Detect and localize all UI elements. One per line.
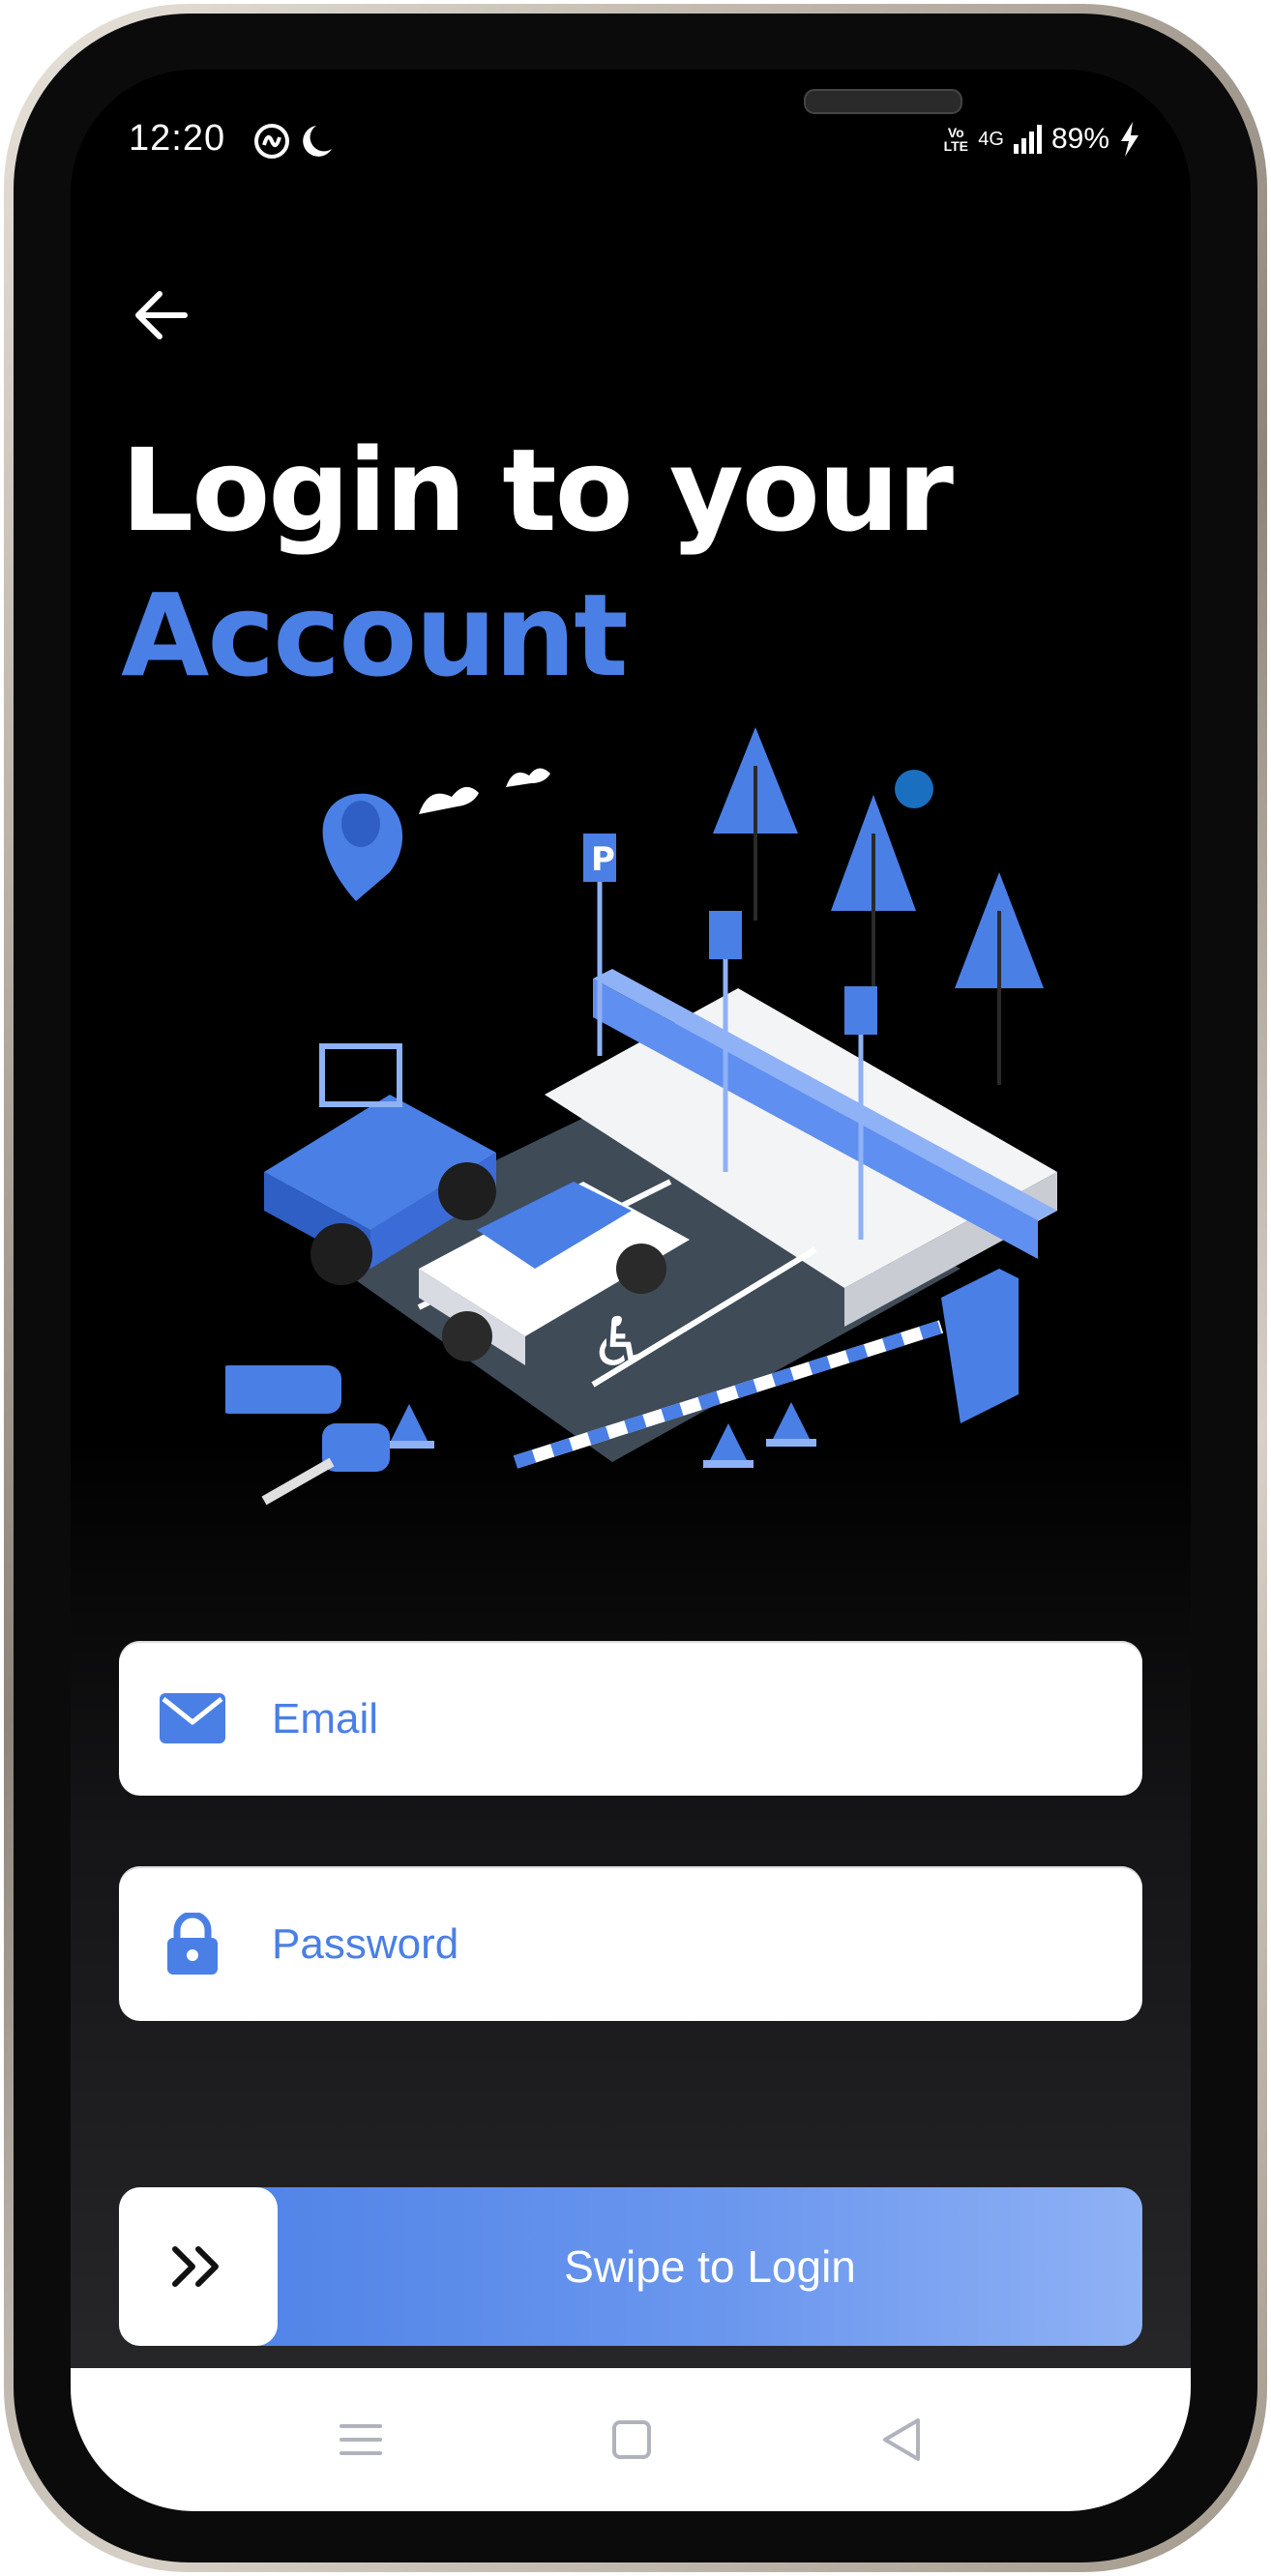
car-key-icon (216, 1365, 390, 1506)
cloud-icon (419, 786, 479, 814)
menu-icon[interactable] (334, 2413, 388, 2467)
cloud-icon (506, 768, 550, 787)
tree-icon (955, 872, 1044, 1085)
title-line-2: Account (121, 569, 629, 702)
triangle-back-icon[interactable] (875, 2413, 930, 2467)
square-home-icon[interactable] (605, 2413, 659, 2467)
traffic-cone-icon (703, 1423, 754, 1468)
status-right-icons: Vo LTE 4G 89% (943, 122, 1140, 157)
swipe-to-login-slider[interactable]: Swipe to Login (119, 2187, 1142, 2346)
double-chevron-right-icon (172, 2246, 219, 2287)
volte-badge: Vo LTE (943, 125, 968, 154)
svg-text:P: P (591, 840, 615, 879)
title-line-1: Login to your (121, 424, 954, 557)
password-field[interactable] (119, 1866, 1142, 2021)
password-input[interactable] (270, 1905, 1106, 1984)
status-time: 12:20 (129, 118, 226, 159)
earpiece-speaker (804, 89, 962, 114)
traffic-cone-icon (384, 1404, 434, 1449)
network-type: 4G (978, 128, 1004, 150)
page-title: Login to your Account (121, 418, 954, 708)
battery-percent: 89% (1050, 123, 1109, 155)
map-pin-icon (322, 793, 403, 901)
email-input[interactable] (270, 1680, 1106, 1759)
arrow-left-icon (135, 291, 188, 339)
charging-icon (1121, 122, 1138, 157)
parking-lot-illustration: ♿ P (216, 727, 1096, 1559)
swipe-label: Swipe to Login (564, 2241, 856, 2292)
status-bar: 12:20 Vo LTE 4G 89% (71, 118, 1191, 166)
system-nav-bar (71, 2368, 1191, 2511)
phone-frame: 12:20 Vo LTE 4G 89% Login to your Accoun… (0, 0, 1271, 2576)
decorative-dot (895, 770, 933, 808)
email-field[interactable] (119, 1641, 1142, 1796)
notification-icons (254, 124, 332, 159)
tree-icon (713, 727, 798, 921)
tree-icon (831, 795, 916, 988)
signal-icon (1013, 125, 1042, 154)
mail-icon (160, 1693, 225, 1743)
app-screen: 12:20 Vo LTE 4G 89% Login to your Accoun… (71, 70, 1191, 2511)
swipe-handle[interactable] (119, 2187, 278, 2346)
lock-icon (167, 1913, 218, 1975)
traffic-cone-icon (766, 1402, 816, 1447)
back-button[interactable] (127, 277, 204, 354)
status-app-icons (252, 120, 340, 172)
